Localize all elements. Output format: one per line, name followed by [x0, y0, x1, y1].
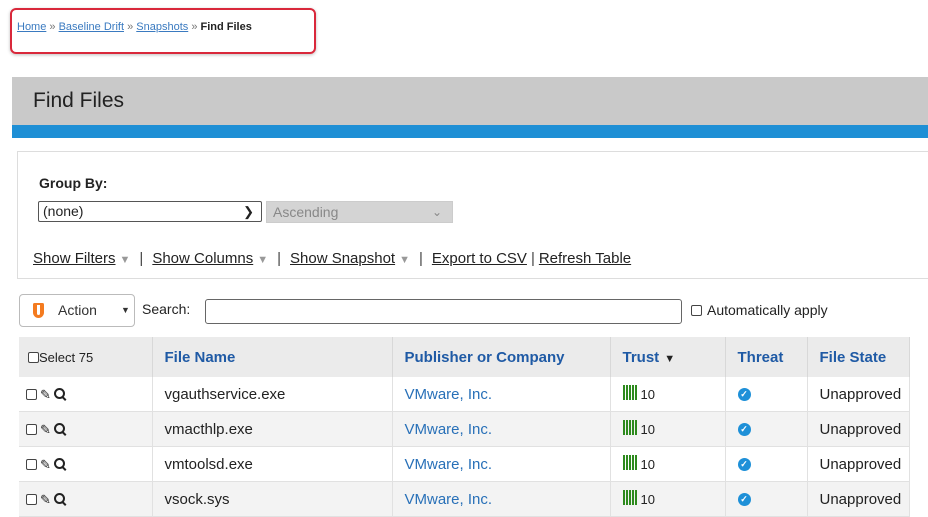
search-icon[interactable]	[53, 387, 66, 400]
file-name-cell: vsock.sys	[152, 481, 393, 517]
file-state-cell: Unapproved	[807, 446, 910, 482]
publisher-link[interactable]: VMware, Inc.	[392, 446, 611, 482]
group-by-label: Group By:	[39, 175, 108, 191]
chevron-down-icon: ⌄	[431, 205, 442, 219]
group-by-select[interactable]: (none) ❯	[38, 201, 262, 222]
threat-cell: ✓	[725, 377, 808, 412]
breadcrumb-separator: »	[127, 21, 134, 33]
trust-cell: 10	[610, 377, 726, 412]
threat-cell: ✓	[725, 446, 808, 482]
file-state-cell: Unapproved	[807, 377, 910, 412]
separator: |	[139, 250, 144, 267]
header-accent-bar	[12, 125, 928, 138]
show-columns-link[interactable]: Show Columns	[152, 250, 253, 267]
group-by-value: (none)	[43, 203, 84, 219]
search-icon[interactable]	[53, 492, 66, 505]
auto-apply-option: Automatically apply	[691, 302, 828, 318]
trust-cell: 10	[610, 411, 726, 447]
table-row: ✎ vmtoolsd.exe VMware, Inc. 10 ✓ Unappro…	[19, 446, 910, 482]
search-input[interactable]	[205, 299, 682, 324]
check-circle-icon: ✓	[737, 458, 751, 472]
select-all-checkbox[interactable]	[28, 351, 39, 363]
table-row: ✎ vgauthservice.exe VMware, Inc. 10 ✓ Un…	[19, 377, 910, 412]
search-label: Search:	[142, 301, 191, 317]
breadcrumb-snapshots-link[interactable]: Snapshots	[136, 21, 188, 33]
search-icon[interactable]	[53, 457, 66, 470]
column-header-publisher[interactable]: Publisher or Company	[392, 337, 611, 377]
row-checkbox[interactable]	[26, 493, 37, 505]
edit-icon[interactable]: ✎	[40, 422, 51, 438]
edit-icon[interactable]: ✎	[40, 492, 51, 508]
files-table: Select 75 File Name Publisher or Company…	[19, 337, 910, 517]
sort-desc-icon: ▼	[664, 352, 676, 365]
separator: |	[277, 250, 282, 267]
row-checkbox[interactable]	[26, 388, 37, 400]
shield-icon	[33, 303, 44, 318]
auto-apply-checkbox[interactable]	[691, 305, 702, 316]
edit-icon[interactable]: ✎	[40, 457, 51, 473]
file-name-cell: vgauthservice.exe	[152, 377, 393, 412]
breadcrumb-separator: »	[49, 21, 56, 33]
export-csv-link[interactable]: Export to CSV	[432, 250, 527, 267]
sort-order-value: Ascending	[273, 204, 339, 220]
caret-down-icon: ▼	[119, 254, 131, 266]
action-button[interactable]: Action ▼	[19, 294, 135, 327]
sort-order-select: Ascending ⌄	[266, 201, 453, 223]
breadcrumb-baseline-drift-link[interactable]: Baseline Drift	[59, 21, 124, 33]
threat-cell: ✓	[725, 411, 808, 447]
trust-cell: 10	[610, 446, 726, 482]
edit-icon[interactable]: ✎	[40, 387, 51, 403]
publisher-link[interactable]: VMware, Inc.	[392, 377, 611, 412]
publisher-link[interactable]: VMware, Inc.	[392, 411, 611, 447]
auto-apply-label: Automatically apply	[707, 302, 828, 318]
show-filters-link[interactable]: Show Filters	[33, 250, 116, 267]
trust-bars-icon	[622, 489, 638, 509]
trust-bars-icon	[622, 419, 638, 439]
caret-down-icon: ▼	[257, 254, 269, 266]
select-all-label: Select 75	[39, 349, 94, 365]
table-row: ✎ vsock.sys VMware, Inc. 10 ✓ Unapproved	[19, 481, 910, 517]
table-header-row: Select 75 File Name Publisher or Company…	[19, 337, 910, 377]
check-circle-icon: ✓	[737, 423, 751, 437]
page-title: Find Files	[33, 89, 125, 112]
row-checkbox[interactable]	[26, 423, 37, 435]
file-state-cell: Unapproved	[807, 481, 910, 517]
column-header-trust[interactable]: Trust ▼	[610, 337, 726, 377]
file-name-cell: vmtoolsd.exe	[152, 446, 393, 482]
caret-down-icon: ▼	[399, 254, 410, 266]
separator: |	[418, 250, 423, 267]
show-snapshot-link[interactable]: Show Snapshot	[290, 250, 395, 267]
breadcrumb: Home » Baseline Drift » Snapshots » Find…	[17, 21, 252, 33]
caret-down-icon: ▼	[121, 305, 130, 315]
chevron-down-icon: ❯	[243, 204, 254, 219]
page-header: Find Files	[12, 77, 928, 125]
column-header-file-state[interactable]: File State	[807, 337, 910, 377]
search-icon[interactable]	[53, 422, 66, 435]
breadcrumb-current: Find Files	[200, 21, 252, 33]
breadcrumb-home-link[interactable]: Home	[17, 21, 46, 33]
select-all-header: Select 75	[19, 337, 153, 377]
trust-bars-icon	[622, 384, 638, 404]
trust-cell: 10	[610, 481, 726, 517]
column-header-threat[interactable]: Threat	[725, 337, 808, 377]
check-circle-icon: ✓	[737, 493, 751, 507]
breadcrumb-separator: »	[191, 21, 198, 33]
file-name-cell: vmacthlp.exe	[152, 411, 393, 447]
trust-bars-icon	[622, 454, 638, 474]
threat-cell: ✓	[725, 481, 808, 517]
column-header-file-name[interactable]: File Name	[152, 337, 393, 377]
table-options-bar: Show Filters ▼ | Show Columns ▼ | Show Snapsho…	[33, 250, 631, 267]
refresh-table-link[interactable]: Refresh Table	[539, 250, 631, 267]
action-label: Action	[58, 302, 97, 318]
separator: |	[530, 250, 535, 267]
file-state-cell: Unapproved	[807, 411, 910, 447]
table-row: ✎ vmacthlp.exe VMware, Inc. 10 ✓ Unappro…	[19, 411, 910, 447]
check-circle-icon: ✓	[737, 388, 751, 402]
publisher-link[interactable]: VMware, Inc.	[392, 481, 611, 517]
row-checkbox[interactable]	[26, 458, 37, 470]
